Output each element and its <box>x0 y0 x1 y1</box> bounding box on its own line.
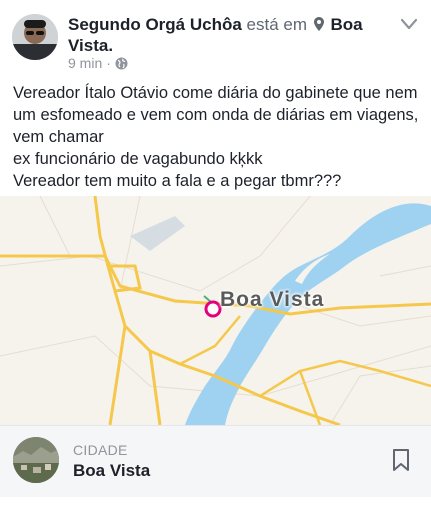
bookmark-icon[interactable] <box>392 448 410 472</box>
place-name-link[interactable]: Boa Vista <box>73 461 150 481</box>
author-avatar[interactable] <box>12 14 58 60</box>
author-name[interactable]: Segundo Orgá Uchôa <box>68 15 242 34</box>
location-map[interactable] <box>0 196 431 425</box>
place-card[interactable]: CIDADE Boa Vista <box>0 425 431 498</box>
map-pin-marker <box>204 300 222 318</box>
chevron-down-icon[interactable] <box>401 18 417 30</box>
author-line: Segundo Orgá Uchôa está em Boa Vista. <box>68 14 388 56</box>
map-city-label: Boa Vista <box>220 288 325 311</box>
checkin-verb: está em <box>246 15 308 34</box>
post-timestamp[interactable]: 9 min <box>68 55 102 71</box>
place-thumbnail <box>13 437 59 483</box>
globe-icon <box>115 57 128 69</box>
place-category: CIDADE <box>73 442 128 458</box>
post-header: Segundo Orgá Uchôa está em Boa Vista. 9 … <box>0 0 431 78</box>
meta-separator: · <box>106 55 111 71</box>
post-body-text: Vereador Ítalo Otávio come diária do gab… <box>13 84 419 190</box>
location-pin-icon <box>313 17 324 31</box>
post-meta: 9 min · <box>68 55 128 71</box>
bottom-spacer <box>0 497 431 521</box>
